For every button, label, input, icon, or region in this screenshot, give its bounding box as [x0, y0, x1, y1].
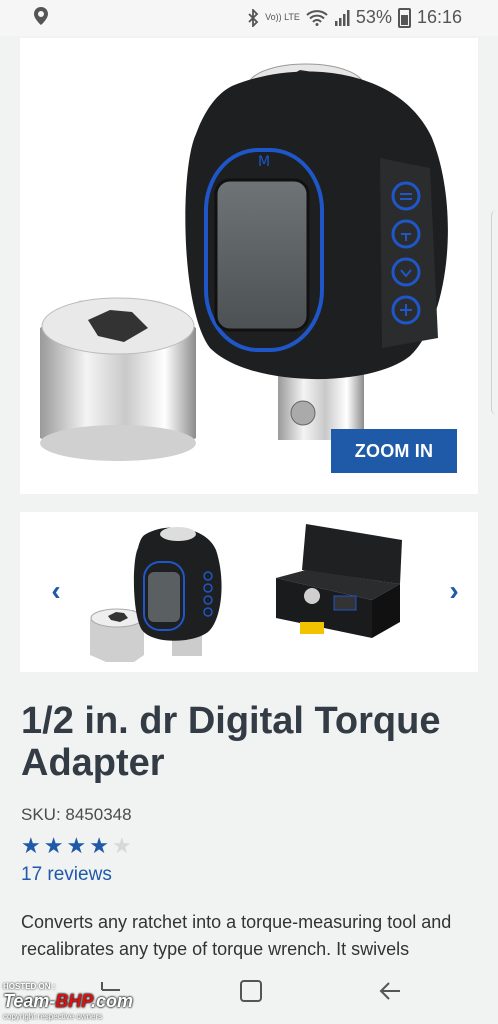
star-icon: ★: [89, 833, 109, 858]
scroll-indicator[interactable]: [491, 210, 498, 415]
status-bar: Vo)) LTE 53% 16:16: [0, 0, 498, 36]
star-icon: ★: [66, 833, 87, 858]
clock: 16:16: [416, 7, 462, 27]
reviews-link[interactable]: 17 reviews: [21, 864, 112, 886]
thumbnail-carousel: ‹ ›: [20, 512, 478, 672]
wifi-icon: [306, 9, 328, 26]
product-main-image[interactable]: M ZOOM IN: [20, 38, 478, 494]
thumbnail-adapter[interactable]: [86, 520, 226, 662]
zoom-in-button[interactable]: ZOOM IN: [331, 429, 457, 473]
star-icon: ★: [43, 833, 64, 858]
product-sku: SKU: 8450348: [21, 805, 132, 824]
product-title: 1/2 in. dr Digital Torque Adapter: [21, 700, 441, 784]
carousel-next-button[interactable]: ›: [442, 577, 466, 605]
location-icon: [34, 7, 48, 25]
watermark-brand-left: Team-: [3, 991, 56, 1011]
watermark-brand-right: .com: [91, 991, 134, 1011]
watermark-brand-mid: BHP: [55, 991, 92, 1011]
svg-text:M: M: [258, 154, 270, 170]
watermark-hosted: HOSTED ON :: [3, 982, 56, 991]
signal-icon: [334, 9, 350, 26]
battery-percent: 53%: [355, 7, 392, 27]
star-icon: ★: [21, 833, 41, 858]
bluetooth-icon: [248, 8, 259, 27]
home-icon[interactable]: [236, 976, 266, 1006]
torque-adapter-image: M: [40, 63, 448, 461]
battery-icon: [397, 7, 411, 28]
carousel-prev-button[interactable]: ‹: [44, 577, 68, 605]
volte-label: Vo)) LTE: [265, 12, 300, 22]
thumbnail-case[interactable]: [272, 522, 404, 646]
watermark: HOSTED ON : Team-BHP.com copyright respe…: [3, 982, 203, 1021]
product-description: Converts any ratchet into a torque-measu…: [21, 912, 452, 959]
back-icon[interactable]: [376, 976, 406, 1006]
star-rating: ★ ★ ★ ★ ★: [21, 835, 132, 857]
star-empty-icon: ★: [111, 833, 132, 858]
watermark-copyright: copyright respective owners: [3, 1012, 103, 1021]
watermark-brand: Team-BHP.com: [3, 991, 203, 1012]
